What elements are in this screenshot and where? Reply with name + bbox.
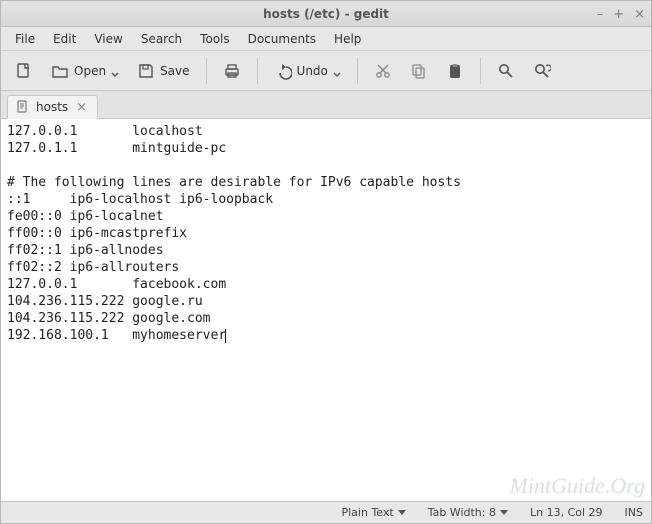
folder-open-icon <box>51 62 69 80</box>
undo-label: Undo <box>297 64 328 78</box>
titlebar: hosts (/etc) - gedit – + × <box>1 1 651 27</box>
cut-button[interactable] <box>368 58 398 84</box>
save-icon <box>137 62 155 80</box>
window-title: hosts (/etc) - gedit <box>263 7 389 21</box>
menu-view[interactable]: View <box>86 29 130 49</box>
status-language[interactable]: Plain Text <box>341 506 405 519</box>
toolbar-separator <box>257 58 258 84</box>
menu-tools[interactable]: Tools <box>192 29 238 49</box>
toolbar-separator <box>206 58 207 84</box>
find-replace-button[interactable] <box>527 58 557 84</box>
new-document-button[interactable] <box>9 58 39 84</box>
chevron-down-icon <box>398 510 406 515</box>
find-button[interactable] <box>491 58 521 84</box>
text-cursor <box>225 329 226 343</box>
statusbar: Plain Text Tab Width: 8 Ln 13, Col 29 IN… <box>1 501 651 523</box>
menu-search[interactable]: Search <box>133 29 190 49</box>
open-label: Open <box>74 64 106 78</box>
menu-file[interactable]: File <box>7 29 43 49</box>
print-icon <box>223 62 241 80</box>
document-icon <box>16 100 30 114</box>
paste-icon <box>446 62 464 80</box>
save-button[interactable]: Save <box>131 58 195 84</box>
editor-content[interactable]: 127.0.0.1 localhost 127.0.1.1 mintguide-… <box>1 119 651 348</box>
open-dropdown-icon[interactable] <box>111 64 119 78</box>
watermark: MintGuide.Org <box>510 473 645 499</box>
status-position: Ln 13, Col 29 <box>530 506 603 519</box>
status-insert-mode: INS <box>625 506 643 519</box>
search-replace-icon <box>533 62 551 80</box>
copy-button[interactable] <box>404 58 434 84</box>
undo-button[interactable]: Undo <box>268 58 347 84</box>
menu-help[interactable]: Help <box>326 29 369 49</box>
tab-hosts[interactable]: hosts × <box>7 95 98 119</box>
maximize-button[interactable]: + <box>613 8 624 21</box>
tab-close-button[interactable]: × <box>74 100 89 115</box>
tab-row: hosts × <box>1 91 651 119</box>
print-button[interactable] <box>217 58 247 84</box>
toolbar-separator <box>357 58 358 84</box>
toolbar-separator <box>480 58 481 84</box>
copy-icon <box>410 62 428 80</box>
new-document-icon <box>15 62 33 80</box>
editor-area[interactable]: 127.0.0.1 localhost 127.0.1.1 mintguide-… <box>1 119 651 501</box>
status-tabwidth[interactable]: Tab Width: 8 <box>428 506 508 519</box>
menu-documents[interactable]: Documents <box>240 29 324 49</box>
toolbar: Open Save Undo <box>1 51 651 91</box>
minimize-button[interactable]: – <box>597 8 604 21</box>
tab-label: hosts <box>36 100 68 114</box>
search-icon <box>497 62 515 80</box>
chevron-down-icon <box>500 510 508 515</box>
undo-icon <box>274 62 292 80</box>
close-button[interactable]: × <box>634 8 645 21</box>
save-label: Save <box>160 64 189 78</box>
paste-button[interactable] <box>440 58 470 84</box>
cut-icon <box>374 62 392 80</box>
window-controls: – + × <box>597 1 645 27</box>
undo-dropdown-icon[interactable] <box>333 64 341 78</box>
open-button[interactable]: Open <box>45 58 125 84</box>
menu-edit[interactable]: Edit <box>45 29 84 49</box>
menubar: File Edit View Search Tools Documents He… <box>1 27 651 51</box>
